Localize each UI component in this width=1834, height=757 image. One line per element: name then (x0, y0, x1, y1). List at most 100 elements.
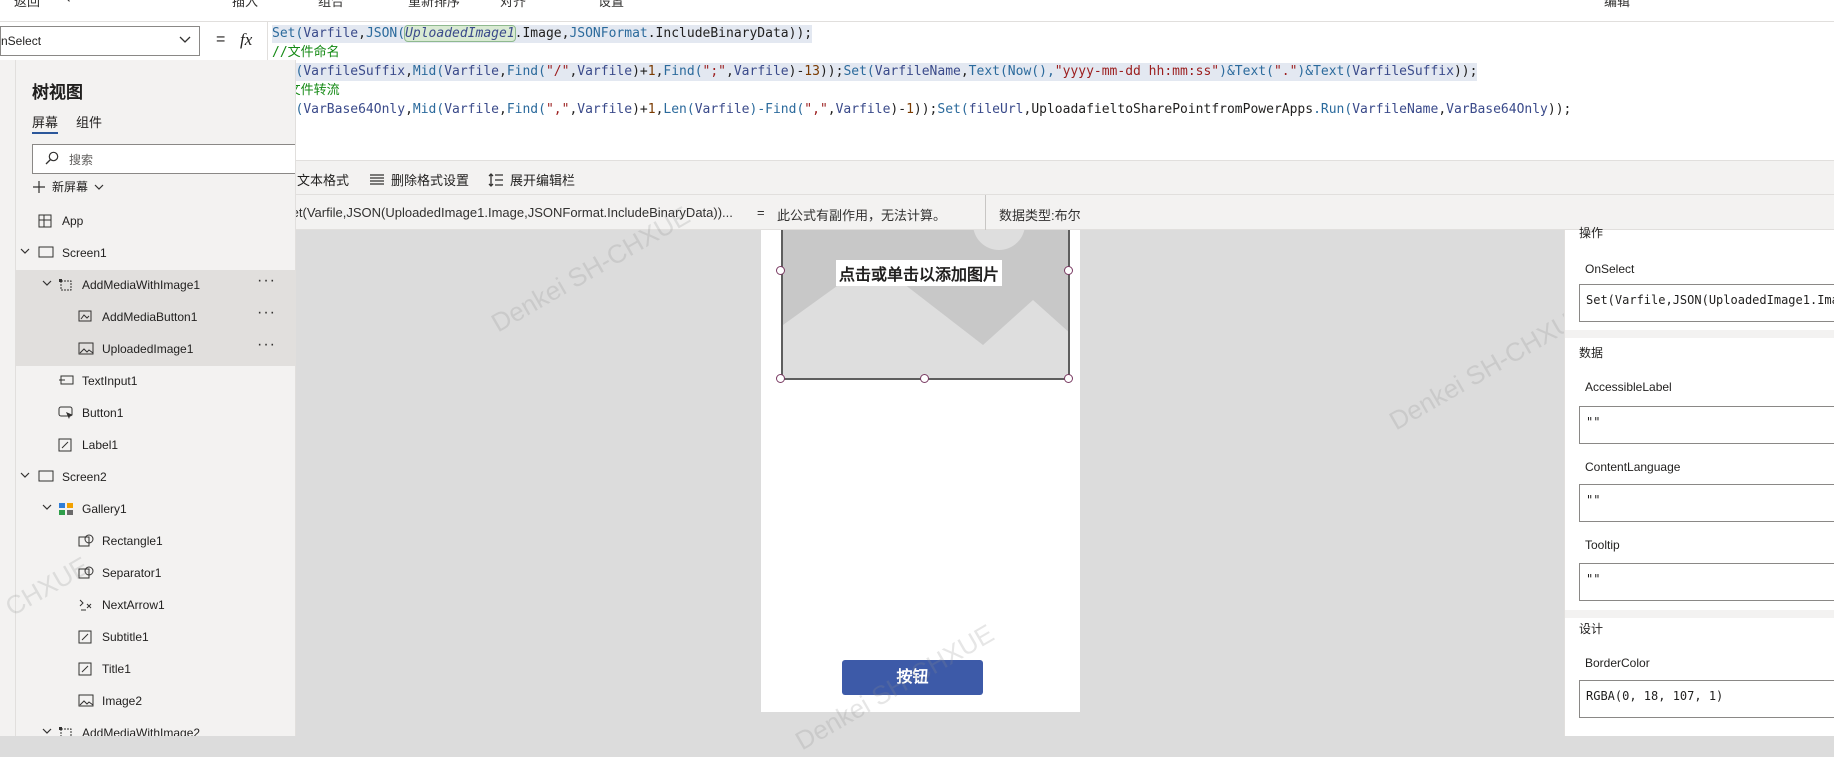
tree-view-title: 树视图 (32, 83, 83, 102)
label-icon (58, 438, 72, 452)
group-icon (58, 278, 74, 292)
tab-screens[interactable]: 屏幕 (32, 112, 59, 134)
image-icon (78, 342, 94, 356)
tree-node-addmediawithimage1[interactable]: AddMediaWithImage1 ··· (16, 270, 295, 302)
resize-handle[interactable] (776, 374, 785, 383)
content-language-field[interactable]: "" (1579, 484, 1834, 522)
property-name: nSelect (1, 34, 42, 48)
text-input-icon (58, 374, 74, 386)
tooltip-field[interactable]: "" (1579, 563, 1834, 601)
status-equals: = (757, 205, 765, 220)
chevron-down-icon[interactable] (20, 472, 30, 478)
tree-node-button1[interactable]: Button1 (16, 398, 295, 430)
code-line-3: Set(VarfileSuffix,Mid(Varfile,Find("/",V… (272, 63, 1478, 81)
chevron-down-icon[interactable] (42, 280, 52, 286)
accessible-label-label: AccessibleLabel (1585, 380, 1672, 394)
tree-node-gallery1[interactable]: Gallery1 (16, 494, 295, 526)
tree-node-textinput1[interactable]: TextInput1 (16, 366, 295, 398)
status-message: 此公式有副作用，无法计算。 (777, 208, 947, 223)
uploaded-image-control[interactable] (781, 230, 1070, 380)
icon-control-icon (78, 598, 94, 612)
tree-node-subtitle1[interactable]: Subtitle1 (16, 622, 295, 654)
chevron-down-icon[interactable] (42, 504, 52, 510)
highlighted-token: UploadedImage1 (404, 25, 516, 42)
section-divider (1565, 610, 1834, 618)
remove-format-button[interactable]: 删除格式设置 (369, 170, 469, 189)
resize-handle[interactable] (776, 266, 785, 275)
tree-node-rectangle1[interactable]: Rectangle1 (16, 526, 295, 558)
section-design: 设计 (1579, 622, 1604, 636)
resize-handle[interactable] (920, 374, 929, 383)
image-icon (78, 694, 94, 708)
code-line-1: Set(Varfile,JSON(UploadedImage1.Image,JS… (272, 25, 813, 43)
chevron-down-icon (179, 36, 191, 44)
search-icon (45, 151, 59, 165)
section-action: 操作 (1579, 226, 1604, 240)
tree-node-addmediabutton1[interactable]: AddMediaButton1 ··· (16, 302, 295, 334)
tree-node-title1[interactable]: Title1 (16, 654, 295, 686)
border-color-label: BorderColor (1585, 656, 1650, 670)
expand-icon (488, 172, 504, 187)
label-icon (78, 630, 92, 644)
image-placeholder-text: 点击或单击以添加图片 (836, 260, 1003, 286)
app-icon (38, 214, 52, 228)
remove-format-icon (369, 173, 385, 186)
tree-node-app[interactable]: App (16, 206, 295, 238)
more-options-icon[interactable]: ··· (257, 272, 276, 290)
expand-formula-bar-button[interactable]: 展开编辑栏 (488, 170, 575, 189)
resize-handle[interactable] (1064, 374, 1073, 383)
group-icon (58, 726, 74, 736)
status-divider (985, 195, 986, 231)
image-placeholder-icon (783, 230, 1068, 378)
plus-icon (32, 180, 46, 194)
watermark: Denkei SH-CHXUE (1384, 298, 1593, 436)
screen-icon (38, 246, 54, 258)
edit-button[interactable]: 编辑 (1604, 0, 1630, 10)
tree-search-input[interactable]: 搜索 (32, 144, 295, 174)
tree-node-uploadedimage1[interactable]: UploadedImage1 ··· (16, 334, 295, 366)
formula-editor[interactable]: Set(Varfile,JSON(UploadedImage1.Image,JS… (267, 22, 1834, 160)
add-media-icon (78, 310, 94, 324)
fx-icon[interactable]: fx (240, 30, 252, 50)
insert-button[interactable]: 插入 (232, 0, 258, 10)
tree-node-screen2[interactable]: Screen2 (16, 462, 295, 494)
tooltip-label: Tooltip (1585, 538, 1620, 552)
gallery-icon (58, 502, 74, 516)
border-color-field[interactable]: RGBA(0, 18, 107, 1) (1579, 680, 1834, 718)
command-bar: 返回 ↩ 插入 组合 重新排序 对齐 设置 编辑 (0, 0, 1834, 22)
align-button[interactable]: 对齐 (500, 0, 526, 10)
reorder-button[interactable]: 重新排序 (408, 0, 460, 10)
onselect-field[interactable]: Set(Varfile,JSON(UploadedImage1.Ima (1579, 284, 1834, 322)
chevron-down-icon[interactable] (20, 248, 30, 254)
properties-panel: 操作 OnSelect Set(Varfile,JSON(UploadedIma… (1564, 226, 1834, 736)
property-dropdown[interactable]: nSelect (0, 26, 200, 56)
screen-icon (38, 470, 54, 482)
left-rail (0, 60, 16, 736)
tree-node-label1[interactable]: Label1 (16, 430, 295, 462)
data-type: 数据类型:布尔 (999, 208, 1081, 223)
section-data: 数据 (1579, 346, 1604, 360)
shape-icon (78, 534, 94, 548)
tree-node-image2[interactable]: Image2 (16, 686, 295, 718)
tree-node-addmediawithimage2[interactable]: AddMediaWithImage2 (16, 718, 295, 736)
resize-handle[interactable] (1064, 266, 1073, 275)
code-line-5: Set(VarBase64Only,Mid(Varfile,Find(",",V… (272, 102, 1572, 117)
tree-node-screen1[interactable]: Screen1 (16, 238, 295, 270)
onselect-label: OnSelect (1585, 262, 1635, 276)
settings-button[interactable]: 设置 (598, 0, 624, 10)
chevron-down-icon (94, 184, 104, 190)
button-icon (58, 406, 74, 420)
group-button[interactable]: 组合 (318, 0, 344, 10)
label-icon (78, 662, 92, 676)
chevron-down-icon[interactable] (42, 728, 52, 734)
tab-components[interactable]: 组件 (76, 112, 102, 131)
section-divider (1565, 330, 1834, 338)
content-language-label: ContentLanguage (1585, 460, 1681, 474)
more-options-icon[interactable]: ··· (257, 336, 276, 354)
accessible-label-field[interactable]: "" (1579, 406, 1834, 444)
more-options-icon[interactable]: ··· (257, 304, 276, 322)
new-screen-button[interactable]: 新屏幕 (32, 178, 104, 195)
equals-sign: = (216, 31, 226, 48)
back-button[interactable]: 返回 (14, 0, 40, 10)
undo-button[interactable]: ↩ (66, 0, 77, 7)
